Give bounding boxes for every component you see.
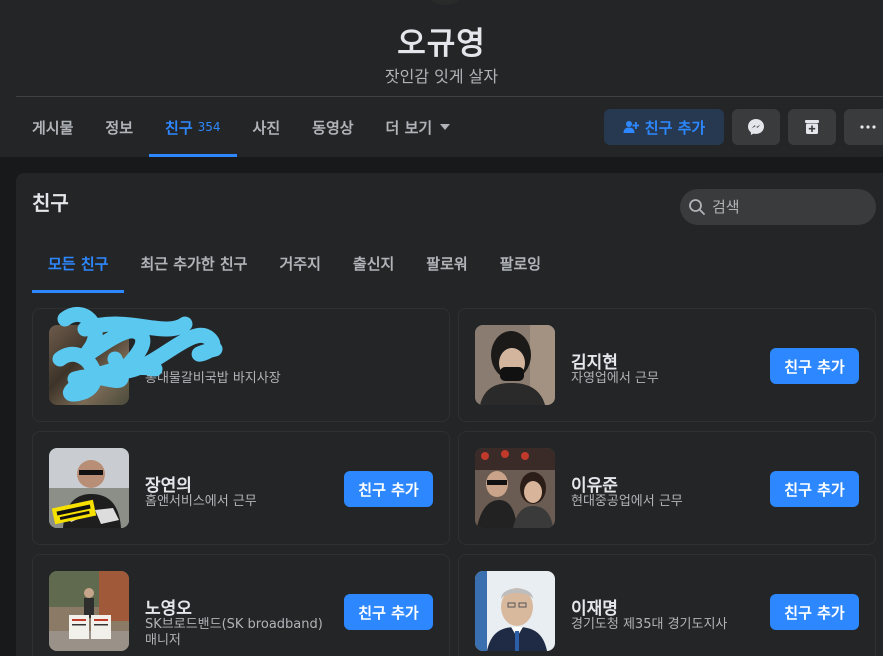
add-friend-button[interactable]: 친구 추가 xyxy=(770,594,859,630)
tab-recently-added[interactable]: 최근 추가한 친구 xyxy=(124,233,263,293)
search-icon xyxy=(689,199,705,215)
friend-photo-image xyxy=(475,448,555,528)
friend-card: 이유준 현대중공업에서 근무 친구 추가 xyxy=(458,431,876,545)
friend-name[interactable]: 이유준 xyxy=(571,471,618,496)
tab-all-friends-label: 모든 친구 xyxy=(48,254,109,273)
friend-photo[interactable] xyxy=(49,571,129,651)
friend-card: 이재명 경기도청 제35대 경기도지사 친구 추가 xyxy=(458,554,876,656)
profile-header: 오규영 잣인감 잇게 살자 게시물 정보 친구 354 사진 동영상 더 보기 … xyxy=(0,0,883,157)
tab-friends-label: 친구 xyxy=(165,118,193,137)
tab-all-friends[interactable]: 모든 친구 xyxy=(32,233,125,293)
tab-more[interactable]: 더 보기 xyxy=(370,97,467,157)
tab-posts-label: 게시물 xyxy=(32,118,74,137)
friend-photo[interactable] xyxy=(475,325,555,405)
friend-photo-image xyxy=(49,448,129,528)
profile-avatar[interactable] xyxy=(420,0,470,8)
add-friend-button[interactable]: 친구 추가 xyxy=(344,471,433,507)
tab-photos-label: 사진 xyxy=(252,118,281,137)
profile-name: 오규영 xyxy=(397,26,486,62)
friend-card: 노영오 SK브로드밴드(SK broadband) 매니저 친구 추가 xyxy=(32,554,450,656)
tab-hometown[interactable]: 출신지 xyxy=(337,233,410,293)
caret-down-icon xyxy=(440,124,451,130)
tab-followers[interactable]: 팔로워 xyxy=(410,233,483,293)
friend-photo[interactable] xyxy=(49,448,129,528)
friend-subtitle: 경기도청 제35대 경기도지사 xyxy=(571,617,728,632)
add-friend-button[interactable]: 친구 추가 xyxy=(770,471,859,507)
tab-more-label: 더 보기 xyxy=(385,118,433,137)
add-person-icon xyxy=(623,121,639,133)
tab-videos[interactable]: 동영상 xyxy=(296,97,369,157)
profile-bio: 잣인감 잇게 살자 xyxy=(384,67,499,86)
friend-card: 통대물갈비국밥 바지사장 xyxy=(32,306,450,422)
tab-current-city-label: 거주지 xyxy=(279,254,321,273)
tab-current-city[interactable]: 거주지 xyxy=(263,233,336,293)
redaction-scribble xyxy=(52,306,223,402)
tab-about-label: 정보 xyxy=(105,118,134,137)
friend-photo[interactable] xyxy=(475,571,555,651)
messenger-icon xyxy=(748,119,764,135)
friend-photo-image xyxy=(475,325,555,405)
friend-subtitle: 현대중공업에서 근무 xyxy=(571,494,683,509)
friend-filter-tabs: 모든 친구 최근 추가한 친구 거주지 출신지 팔로워 팔로잉 xyxy=(32,233,557,293)
friend-subtitle: 홈앤서비스에서 근무 xyxy=(145,494,257,509)
tab-following-label: 팔로잉 xyxy=(499,254,542,273)
friends-count: 354 xyxy=(197,120,221,134)
tab-friends[interactable]: 친구 354 xyxy=(149,97,237,157)
save-button[interactable] xyxy=(788,109,836,145)
tab-following[interactable]: 팔로잉 xyxy=(484,233,557,293)
friend-subtitle: SK브로드밴드(SK broadband) 매니저 xyxy=(145,617,323,648)
friend-subtitle: 자영업에서 근무 xyxy=(571,371,659,386)
tab-about[interactable]: 정보 xyxy=(89,97,149,157)
tab-videos-label: 동영상 xyxy=(312,118,354,137)
add-friend-button[interactable]: 친구 추가 xyxy=(770,348,859,384)
friend-name[interactable]: 김지현 xyxy=(571,348,618,373)
tab-hometown-label: 출신지 xyxy=(352,254,395,273)
friend-card: 장연의 홈앤서비스에서 근무 친구 추가 xyxy=(32,431,450,545)
ellipsis-icon xyxy=(860,125,876,129)
add-bookmark-icon xyxy=(805,120,819,134)
add-friend-button[interactable]: 친구 추가 xyxy=(344,594,433,630)
tab-recently-added-label: 최근 추가한 친구 xyxy=(140,254,248,273)
add-friend-button[interactable]: 친구 추가 xyxy=(604,109,724,145)
tab-followers-label: 팔로워 xyxy=(426,254,468,273)
search-input[interactable] xyxy=(712,198,862,216)
friend-photo-image xyxy=(475,571,555,651)
add-friend-button-label: 친구 추가 xyxy=(644,118,706,137)
friend-name[interactable]: 장연의 xyxy=(145,471,192,496)
friend-card: 김지현 자영업에서 근무 친구 추가 xyxy=(458,308,876,422)
friends-search[interactable] xyxy=(680,189,876,225)
messenger-button[interactable] xyxy=(732,109,780,145)
profile-tabs: 게시물 정보 친구 354 사진 동영상 더 보기 xyxy=(16,97,466,157)
friend-name[interactable]: 노영오 xyxy=(145,594,192,619)
friend-photo[interactable] xyxy=(475,448,555,528)
more-options-button[interactable] xyxy=(844,109,883,145)
tab-photos[interactable]: 사진 xyxy=(237,97,297,157)
tab-posts[interactable]: 게시물 xyxy=(16,97,89,157)
friend-photo-image xyxy=(49,571,129,651)
friends-card-title: 친구 xyxy=(32,191,69,215)
friend-name[interactable]: 이재명 xyxy=(571,594,618,619)
